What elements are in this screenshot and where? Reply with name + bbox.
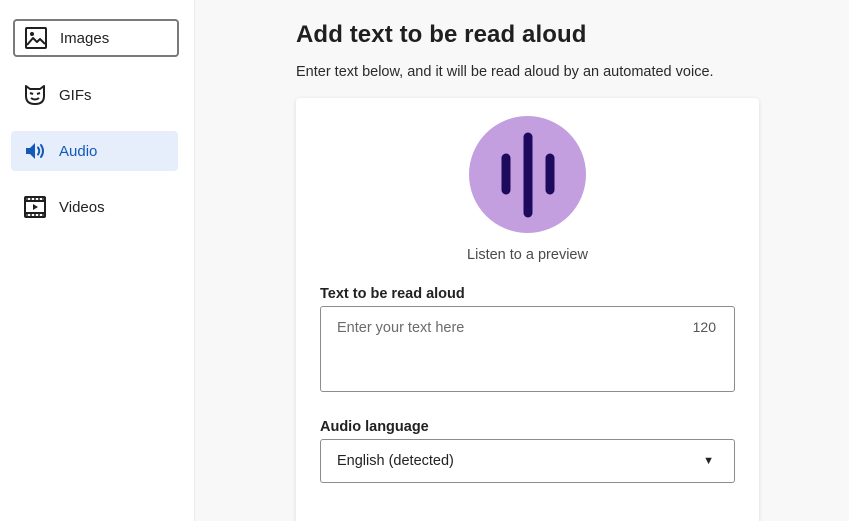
- text-to-read-input[interactable]: [321, 307, 734, 391]
- chevron-down-icon: ▼: [703, 455, 714, 467]
- tts-card: Listen to a preview Text to be read alou…: [296, 98, 759, 521]
- image-icon: [24, 26, 48, 50]
- sidebar: Images GIFs Audio Videos: [0, 0, 195, 521]
- sidebar-item-label: Audio: [59, 142, 98, 160]
- sidebar-item-label: GIFs: [59, 86, 92, 104]
- main-content: Add text to be read aloud Enter text bel…: [195, 0, 849, 521]
- sidebar-item-videos[interactable]: Videos: [11, 187, 178, 227]
- sidebar-item-label: Images: [60, 29, 110, 47]
- sidebar-item-label: Videos: [59, 198, 105, 216]
- speaker-icon: [23, 139, 47, 163]
- preview-play-button[interactable]: [469, 116, 586, 233]
- text-field-label: Text to be read aloud: [320, 286, 465, 302]
- preview-label: Listen to a preview: [467, 247, 588, 263]
- language-field-label: Audio language: [320, 419, 429, 435]
- text-field-container: 120: [320, 306, 735, 392]
- audio-language-select[interactable]: English (detected) ▼: [320, 439, 735, 483]
- audio-wave-icon: [501, 132, 554, 217]
- page-subtitle: Enter text below, and it will be read al…: [296, 64, 714, 80]
- sidebar-item-audio[interactable]: Audio: [11, 131, 178, 171]
- sidebar-item-images[interactable]: Images: [13, 19, 179, 57]
- gif-face-icon: [23, 83, 47, 107]
- page-title: Add text to be read aloud: [296, 21, 587, 48]
- sidebar-item-gifs[interactable]: GIFs: [11, 75, 178, 115]
- audio-language-value: English (detected): [337, 453, 454, 469]
- char-count: 120: [692, 319, 716, 335]
- film-icon: [23, 195, 47, 219]
